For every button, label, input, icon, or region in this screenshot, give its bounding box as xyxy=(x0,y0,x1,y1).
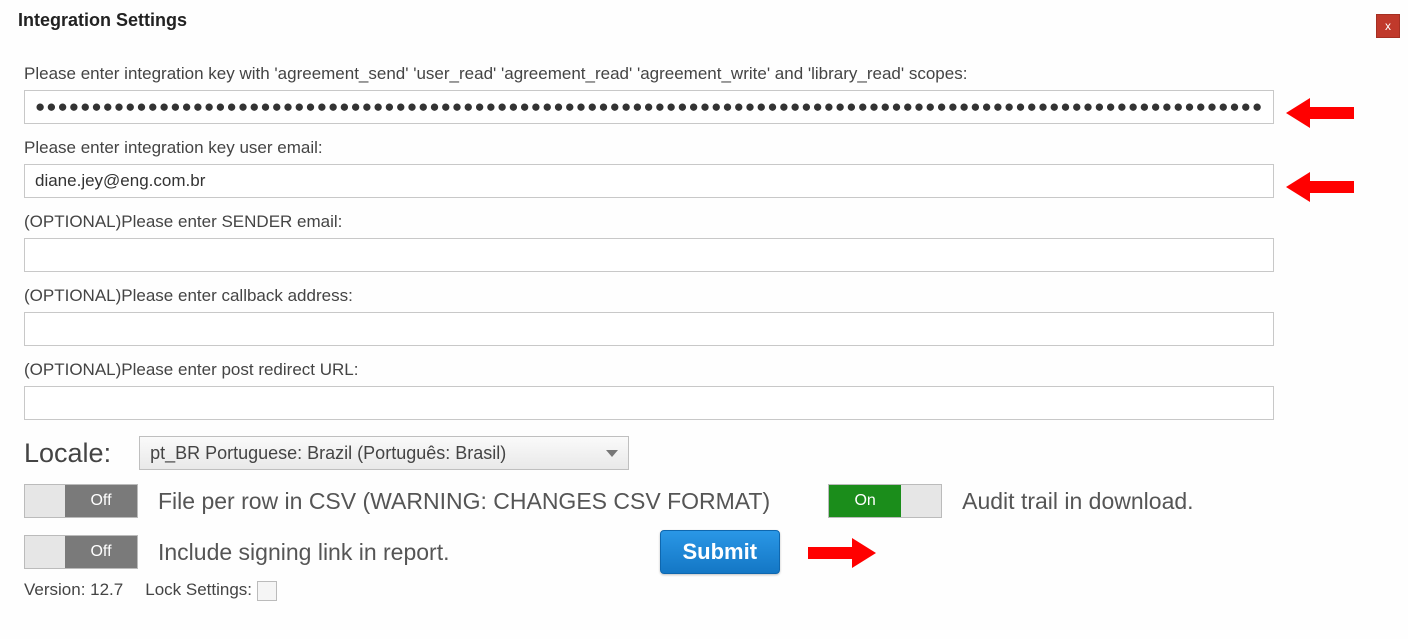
audit-trail-text: Audit trail in download. xyxy=(962,488,1193,515)
toggle-handle xyxy=(25,536,65,568)
user-email-label: Please enter integration key user email: xyxy=(24,138,1384,158)
file-per-row-text: File per row in CSV (WARNING: CHANGES CS… xyxy=(158,488,770,515)
toggle-on-label: On xyxy=(829,485,901,517)
toggle-off-label: Off xyxy=(65,536,137,568)
submit-label: Submit xyxy=(683,539,758,564)
locale-select[interactable]: pt_BR Portuguese: Brazil (Português: Bra… xyxy=(139,436,629,470)
lock-settings-checkbox[interactable] xyxy=(257,581,277,601)
integration-settings-window: Integration Settings x Please enter inte… xyxy=(0,0,1408,639)
toggle-off-label: Off xyxy=(65,485,137,517)
file-per-row-toggle[interactable]: Off xyxy=(24,484,138,518)
callback-address-input[interactable] xyxy=(24,312,1274,346)
arrow-annotation-icon xyxy=(1286,102,1356,122)
post-redirect-label: (OPTIONAL)Please enter post redirect URL… xyxy=(24,360,1384,380)
arrow-annotation-icon xyxy=(806,542,876,562)
sender-email-label: (OPTIONAL)Please enter SENDER email: xyxy=(24,212,1384,232)
lock-settings-label: Lock Settings: xyxy=(145,580,252,599)
callback-address-label: (OPTIONAL)Please enter callback address: xyxy=(24,286,1384,306)
signing-link-text: Include signing link in report. xyxy=(158,539,450,566)
integration-key-input[interactable] xyxy=(24,90,1274,124)
toggle-handle xyxy=(901,485,941,517)
title-bar: Integration Settings xyxy=(0,0,1408,40)
version-text: Version: 12.7 xyxy=(24,580,123,600)
toggle-handle xyxy=(25,485,65,517)
locale-label: Locale: xyxy=(24,438,111,469)
user-email-input[interactable] xyxy=(24,164,1274,198)
sender-email-input[interactable] xyxy=(24,238,1274,272)
close-icon: x xyxy=(1385,19,1391,33)
audit-trail-toggle[interactable]: On xyxy=(828,484,942,518)
content-area: Please enter integration key with 'agree… xyxy=(0,40,1408,601)
close-button[interactable]: x xyxy=(1376,14,1400,38)
locale-selected-value: pt_BR Portuguese: Brazil (Português: Bra… xyxy=(150,443,506,463)
submit-button[interactable]: Submit xyxy=(660,530,781,574)
integration-key-label: Please enter integration key with 'agree… xyxy=(24,64,1384,84)
post-redirect-input[interactable] xyxy=(24,386,1274,420)
window-title: Integration Settings xyxy=(18,10,187,30)
chevron-down-icon xyxy=(606,450,618,457)
arrow-annotation-icon xyxy=(1286,176,1356,196)
signing-link-toggle[interactable]: Off xyxy=(24,535,138,569)
